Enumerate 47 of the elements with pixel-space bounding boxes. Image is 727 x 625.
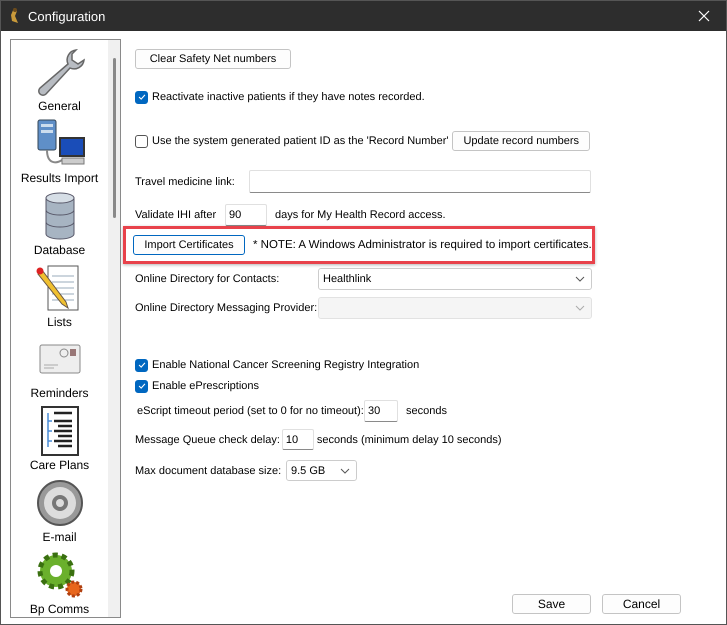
checkbox[interactable] bbox=[135, 134, 148, 148]
field-label: Message Queue check delay: bbox=[135, 434, 280, 446]
check-icon bbox=[136, 360, 146, 370]
field-label: Online Directory for Contacts: bbox=[135, 273, 280, 285]
dropdown[interactable]: 9.5 GB bbox=[286, 460, 357, 481]
checkbox-label: Enable National Cancer Screening Registry Integration bbox=[152, 359, 420, 371]
field-label: Travel medicine link: bbox=[135, 176, 236, 188]
field-label: Max document database size: bbox=[135, 464, 282, 476]
chevron-down-icon bbox=[575, 276, 585, 282]
import-certificates-button[interactable]: Import Certificates bbox=[133, 235, 245, 255]
sidebar-item[interactable]: Reminders bbox=[11, 330, 108, 402]
update-record-numbers-button[interactable]: Update record numbers bbox=[452, 131, 590, 151]
field-suffix: days for My Health Record access. bbox=[275, 209, 446, 221]
field-label: Online Directory Messaging Provider: bbox=[135, 302, 318, 314]
checkbox-label: Reactivate inactive patients if they have notes recorded. bbox=[152, 91, 425, 103]
field-label: eScript timeout period (set to 0 for no timeout): bbox=[136, 405, 364, 417]
check-icon bbox=[136, 381, 146, 391]
sidebar-item[interactable]: E-mail bbox=[11, 473, 108, 546]
close-icon[interactable] bbox=[698, 10, 710, 22]
checkbox-label: Use the system generated patient ID as the 'Record Number' bbox=[152, 135, 448, 147]
field-suffix: seconds bbox=[406, 405, 447, 417]
checkbox-label: Enable ePrescriptions bbox=[152, 380, 260, 392]
dropdown[interactable]: Healthlink bbox=[318, 268, 592, 290]
chevron-down-icon bbox=[575, 305, 585, 311]
clear-safety-net-button[interactable]: Clear Safety Net numbers bbox=[135, 49, 291, 69]
field-label: Validate IHI after bbox=[135, 209, 218, 221]
input-field[interactable]: 90 bbox=[225, 204, 267, 226]
input-field[interactable]: 10 bbox=[282, 429, 314, 450]
chevron-down-icon bbox=[340, 468, 350, 474]
sidebar-item[interactable]: Care Plans bbox=[11, 401, 108, 474]
checkbox[interactable] bbox=[135, 358, 148, 372]
field-suffix: seconds (minimum delay 10 seconds) bbox=[316, 434, 502, 446]
sidebar-item[interactable]: Bp Comms bbox=[11, 545, 108, 617]
sidebar-item[interactable]: Database bbox=[11, 186, 108, 258]
sidebar-item[interactable]: General bbox=[11, 42, 108, 114]
window-title: Configuration bbox=[28, 8, 106, 24]
sidebar-item[interactable]: Results Import bbox=[11, 114, 108, 186]
sidebar-item[interactable]: Lists bbox=[11, 258, 108, 330]
cancel-button[interactable]: Cancel bbox=[602, 594, 681, 614]
checkbox[interactable] bbox=[135, 380, 148, 392]
input-field[interactable] bbox=[249, 170, 591, 193]
checkbox[interactable] bbox=[135, 90, 148, 104]
note-text: * NOTE: A Windows Administrator is required to import certificates. bbox=[253, 239, 592, 251]
scrollbar-thumb[interactable] bbox=[112, 58, 116, 218]
input-field[interactable]: 30 bbox=[364, 400, 398, 422]
check-icon bbox=[136, 92, 146, 102]
save-button[interactable]: Save bbox=[512, 594, 591, 614]
